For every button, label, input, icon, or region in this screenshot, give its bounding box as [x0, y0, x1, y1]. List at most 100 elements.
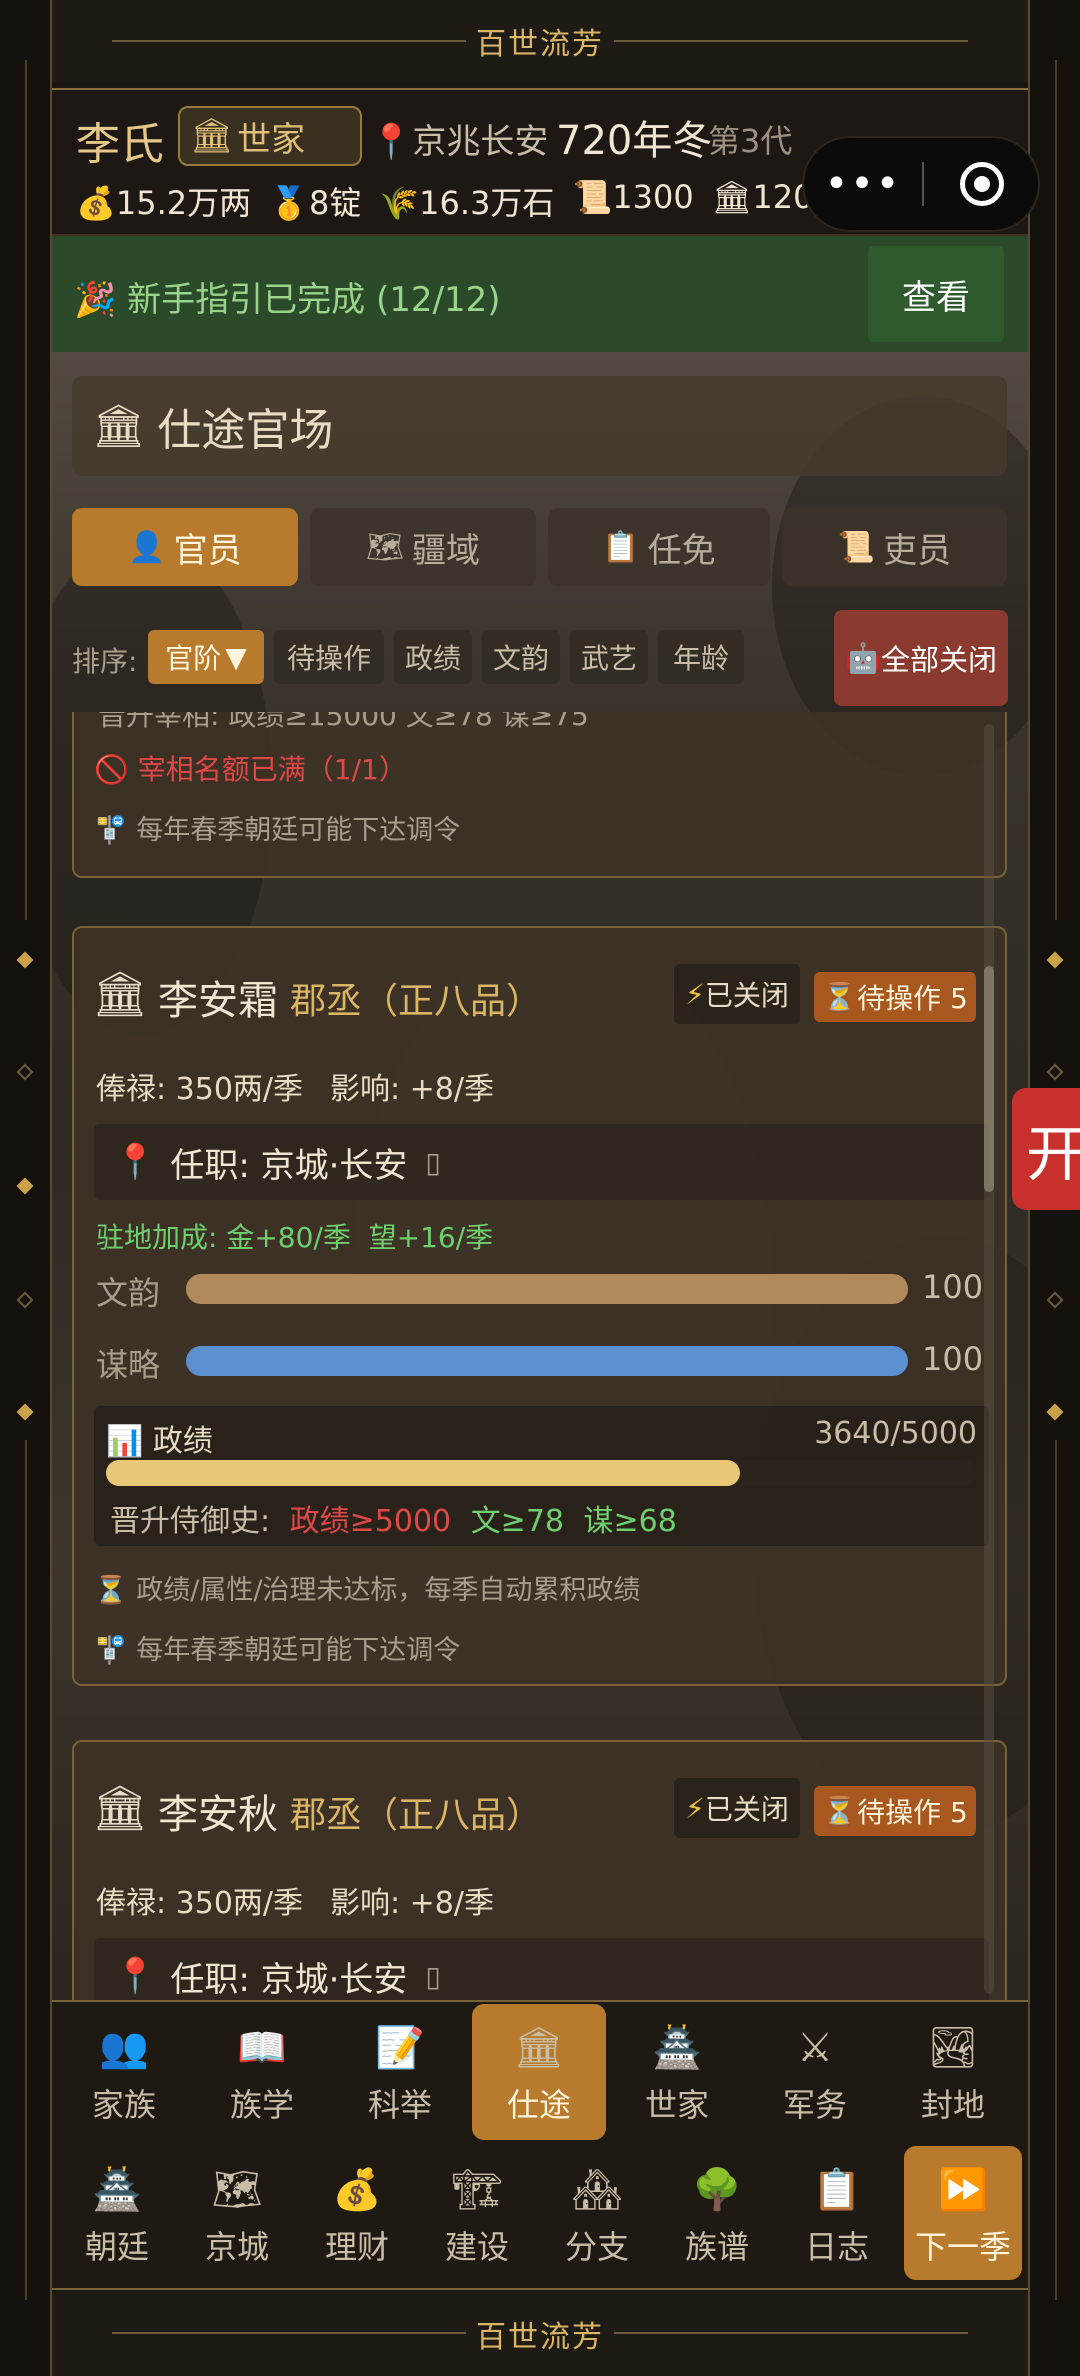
bottom-nav: 👥 家族 📖 族学 📝 科举 🏛 仕途 🏯 世家 ⚔ 军务 🏞 封地 🏯 朝廷 🗺 京城 💰 理财 🏗 建设 🏘 分支 🌳 族谱…: [52, 2000, 1028, 2290]
scrollbar-track[interactable]: [984, 724, 994, 1994]
nav-item-fast-forward[interactable]: ⏩ 下一季: [906, 2164, 1020, 2268]
edit-icon[interactable]: ▯: [425, 1146, 440, 1179]
castle-icon: 🏯: [652, 2025, 702, 2071]
quota-warning: 🚫 宰相名额已满（1/1）: [94, 753, 407, 786]
scroll-stat: 📜1300: [572, 178, 694, 216]
land-icon: 🏞: [927, 2025, 979, 2071]
officials-list[interactable]: 晋升宰相: 政绩≥15000 文≥78 谋≥75 🚫 宰相名额已满（1/1） 🚏…: [52, 712, 1028, 2000]
nav-item-label: 世家: [644, 2086, 709, 2124]
bus-stop-icon: 🚏: [94, 815, 128, 846]
post-row[interactable]: 📍 任职: 京城·长安 ▯: [94, 1938, 989, 2000]
scrollbar-thumb[interactable]: [984, 966, 994, 1192]
bar-chart-icon: 📊: [106, 1424, 144, 1459]
tab-clerks[interactable]: 📜 吏员: [782, 508, 1007, 586]
scroll-icon: 📜: [837, 529, 876, 565]
branch-icon: 🏘: [571, 2167, 623, 2213]
tab-appointments[interactable]: 📋 任免: [548, 508, 770, 586]
banner-title: 百世流芳: [466, 2312, 614, 2356]
bottom-banner: 百世流芳: [52, 2292, 1028, 2376]
sort-option-age[interactable]: 年龄: [658, 630, 744, 684]
nav-item-label: 科举: [367, 2086, 432, 2124]
nav-item-label: 下一季: [914, 2228, 1011, 2266]
temple-icon: 🏛: [92, 969, 148, 1020]
nav-item-label: 朝廷: [84, 2228, 149, 2266]
transfer-note: 🚏 每年春季朝廷可能下达调令: [94, 815, 461, 846]
status-note: ⏳ 政绩/属性/治理未达标，每季自动累积政绩: [94, 1575, 641, 1606]
official-name: 李安霜: [158, 978, 278, 1024]
nav-item-crane[interactable]: 🏗 建设: [420, 2164, 534, 2268]
nav-item-castle[interactable]: 🏯 世家: [622, 2022, 732, 2126]
temple-icon: 🏛: [92, 1783, 148, 1834]
nav-item-label: 族谱: [684, 2228, 749, 2266]
tree-icon: 🌳: [692, 2167, 742, 2213]
location: 📍京兆长安: [370, 122, 549, 162]
auto-toggle[interactable]: ⚡ 已关闭: [674, 1778, 800, 1838]
influence: 影响: +8/季: [330, 1886, 494, 1921]
pending-badge[interactable]: ⏳ 待操作 5: [814, 1786, 976, 1836]
left-frame: [0, 0, 52, 2376]
salary: 俸禄: 350两/季: [96, 1886, 304, 1921]
nav-item-court[interactable]: 🏯 朝廷: [60, 2164, 174, 2268]
nav-item-label: 京城: [204, 2228, 269, 2266]
tab-territory[interactable]: 🗺 疆域: [310, 508, 536, 586]
log-icon: 📋: [812, 2167, 862, 2213]
family-name: 李氏: [76, 119, 164, 170]
merit-value: 3640/5000: [814, 1416, 977, 1451]
lightning-icon: ⚡: [685, 1791, 705, 1825]
scroll-icon: 📜: [572, 178, 613, 216]
merit-bar-fill: [106, 1460, 741, 1486]
fast-forward-icon: ⏩: [938, 2167, 988, 2213]
nav-item-exam[interactable]: 📝 科举: [345, 2022, 455, 2126]
official-card[interactable]: 🏛 李安秋 郡丞（正八品） ⚡ 已关闭 ⏳ 待操作 5 俸禄: 350两/季 影响:…: [72, 1740, 1007, 2000]
sort-option-pending[interactable]: 待操作: [274, 630, 384, 684]
promotion-requirement: 晋升宰相: 政绩≥15000 文≥78 谋≥75: [98, 712, 589, 732]
pending-badge[interactable]: ⏳ 待操作 5: [814, 972, 976, 1022]
official-card[interactable]: 🏛 李安霜 郡丞（正八品） ⚡ 已关闭 ⏳ 待操作 5 俸禄: 350两/季 影响:…: [72, 926, 1007, 1686]
nav-item-moneybag[interactable]: 💰 理财: [300, 2164, 414, 2268]
influence: 影响: +8/季: [330, 1072, 494, 1107]
nav-item-land[interactable]: 🏞 封地: [898, 2022, 1008, 2126]
person-icon: 👤: [128, 529, 166, 565]
sort-option-martial[interactable]: 武艺: [570, 630, 648, 684]
nav-item-family[interactable]: 👥 家族: [69, 2022, 179, 2126]
nav-item-label: 理财: [324, 2228, 389, 2266]
clipboard-icon: 📋: [602, 529, 640, 565]
exam-icon: 📝: [375, 2025, 425, 2071]
tutorial-banner: 🎉 新手指引已完成 (12/12) 查看: [52, 236, 1028, 352]
hourglass-icon: ⏳: [822, 1794, 858, 1828]
official-card-partial: 晋升宰相: 政绩≥15000 文≥78 谋≥75 🚫 宰相名额已满（1/1） 🚏…: [72, 712, 1007, 878]
sort-option-rank[interactable]: 官阶 ▼: [148, 630, 264, 684]
nav-item-branch[interactable]: 🏘 分支: [540, 2164, 654, 2268]
swords-icon: ⚔: [797, 2025, 833, 2071]
party-icon: 🎉: [74, 280, 117, 320]
nav-item-swords[interactable]: ⚔ 军务: [760, 2022, 870, 2126]
post-row[interactable]: 📍 任职: 京城·长安 ▯: [94, 1124, 989, 1200]
temple-icon: 🏛: [711, 178, 753, 216]
floating-side-tab[interactable]: 开: [1012, 1088, 1080, 1210]
nav-item-official[interactable]: 🏛 仕途: [484, 2022, 594, 2126]
nav-item-book[interactable]: 📖 族学: [207, 2022, 317, 2126]
nav-item-city[interactable]: 🗺 京城: [180, 2164, 294, 2268]
official-icon: 🏛: [513, 2025, 565, 2071]
wenyun-bar-fill: [186, 1274, 908, 1304]
tab-officials[interactable]: 👤 官员: [72, 508, 298, 586]
moulue-bar-fill: [186, 1346, 908, 1376]
wenyun-label: 文韵: [96, 1274, 161, 1312]
status-header: 李氏 🏛 世家 📍京兆长安 720年冬 第3代 💰15.2万两 🥇8锭 🌾16.3…: [52, 88, 1040, 236]
section-header: 🏛 仕途官场: [72, 376, 1007, 476]
more-icon[interactable]: •••: [804, 138, 922, 230]
miniprogram-capsule: •••: [802, 136, 1040, 232]
nav-item-log[interactable]: 📋 日志: [780, 2164, 894, 2268]
gold-stat: 🥇8锭: [269, 184, 362, 222]
view-tutorial-button[interactable]: 查看: [868, 246, 1004, 342]
close-capsule-icon[interactable]: [926, 138, 1038, 230]
rank-badge[interactable]: 🏛 世家: [178, 106, 362, 166]
pin-icon: 📍: [370, 122, 413, 162]
nav-item-tree[interactable]: 🌳 族谱: [660, 2164, 774, 2268]
auto-toggle[interactable]: ⚡ 已关闭: [674, 964, 800, 1024]
edit-icon[interactable]: ▯: [425, 1960, 440, 1993]
city-icon: 🗺: [211, 2167, 263, 2213]
sort-option-wenyun[interactable]: 文韵: [482, 630, 560, 684]
close-all-button[interactable]: 🤖 全部关闭: [834, 610, 1008, 706]
sort-option-merit[interactable]: 政绩: [394, 630, 472, 684]
